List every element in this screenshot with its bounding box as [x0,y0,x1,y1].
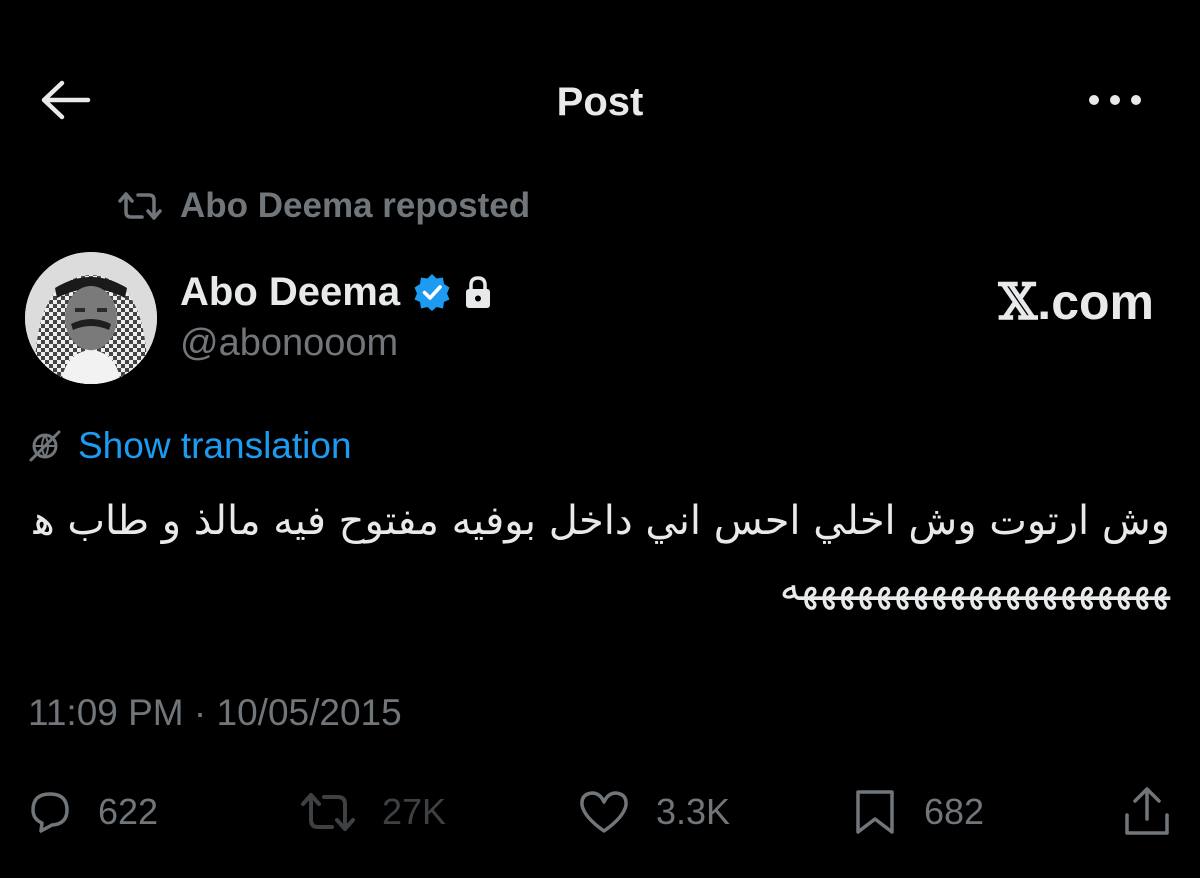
reply-count: 622 [98,791,159,832]
share-button[interactable] [1122,780,1198,844]
repost-icon [118,190,162,222]
top-bar: Post [0,62,1200,142]
repost-context[interactable]: Abo Deema reposted [118,184,530,228]
author-name-row: Abo Deema [180,266,494,318]
tweet-text: وش ارتوت وش اخلي احس اني داخل بوفيه مفتو… [33,498,1170,610]
reply-icon [28,790,72,834]
tweet-timestamp[interactable]: 11:09 PM · 10/05/2015 [28,692,402,734]
lock-icon [462,274,494,310]
bookmark-icon [852,788,898,836]
x-logo-text: 𝕏 [998,272,1038,331]
verified-badge-icon[interactable] [412,272,452,312]
like-button[interactable]: 3.3K [578,780,730,844]
avatar[interactable] [25,252,157,384]
bookmark-count: 682 [924,791,985,832]
bookmark-button[interactable]: 682 [852,780,984,844]
share-icon [1122,785,1172,839]
show-translation-link[interactable]: Show translation [78,425,352,467]
more-options-button[interactable] [1080,76,1150,128]
x-com-watermark: 𝕏 .com [999,272,1155,331]
repost-icon [300,790,356,834]
repost-context-label: Abo Deema reposted [180,186,531,225]
heart-icon [578,789,630,835]
repost-count: 27K [382,791,447,832]
author-handle[interactable]: @abonooom [180,322,494,365]
like-count: 3.3K [656,791,731,832]
more-horizontal-icon [1087,93,1143,112]
translate-globe-icon [28,429,62,463]
author-block: Abo Deema @abonooom [180,266,494,365]
page-title: Post [556,80,644,124]
author-name[interactable]: Abo Deema [180,270,400,315]
repost-button[interactable]: 27K [300,780,446,844]
reply-button[interactable]: 622 [28,780,158,844]
action-bar: 622 27K 3.3K 682 [0,780,1200,844]
watermark-domain: .com [1037,273,1154,330]
translation-row: Show translation [28,424,352,468]
